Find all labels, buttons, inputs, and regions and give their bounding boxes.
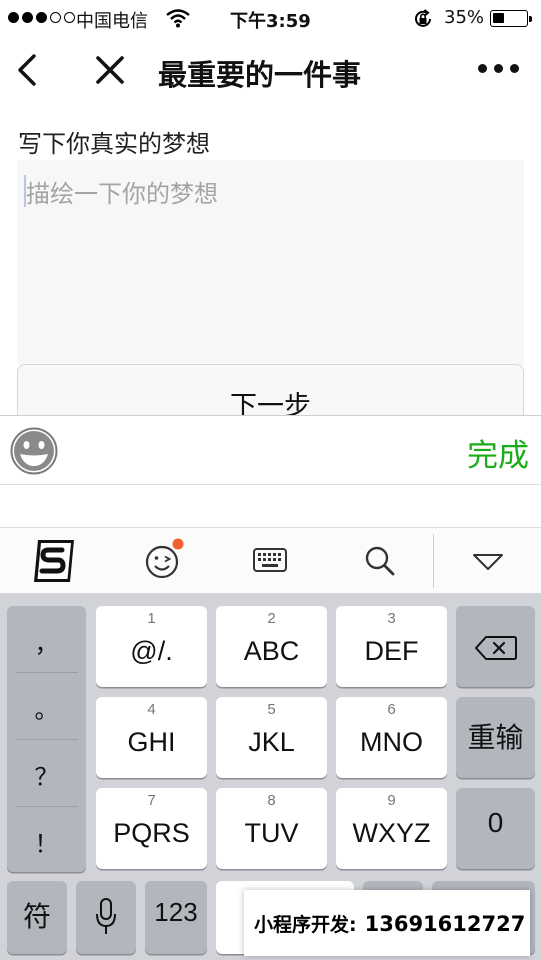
ime-divider: [433, 534, 434, 588]
key-8[interactable]: 8 TUV: [216, 788, 327, 869]
rotation-lock-icon: [412, 8, 434, 35]
candidate-strip: [0, 485, 541, 528]
key-7[interactable]: 7 PQRS: [96, 788, 207, 869]
keyboard-icon[interactable]: [252, 538, 288, 586]
search-icon[interactable]: [362, 538, 398, 586]
wifi-icon: [166, 8, 190, 33]
dream-textarea[interactable]: [17, 160, 524, 365]
key-4[interactable]: 4 GHI: [96, 697, 207, 778]
input-toolbar: 完成: [0, 415, 541, 485]
key-9[interactable]: 9 WXYZ: [336, 788, 447, 869]
collapse-keyboard-icon[interactable]: [470, 538, 506, 586]
emoticon-icon[interactable]: [144, 538, 184, 586]
sogou-logo-icon[interactable]: [30, 538, 78, 588]
punctuation-column: ， 。 ？ ！: [7, 606, 86, 872]
done-button[interactable]: 完成: [467, 430, 529, 475]
symbol-key[interactable]: 符: [7, 881, 67, 954]
watermark-label: 小程序开发:: [254, 914, 357, 936]
key-2[interactable]: 2 ABC: [216, 606, 327, 687]
microphone-icon: [96, 898, 116, 934]
close-icon[interactable]: [94, 54, 126, 90]
zero-key[interactable]: 0: [456, 788, 535, 869]
battery-icon: [490, 10, 532, 27]
punct-key-period[interactable]: 。: [7, 672, 86, 738]
backspace-key[interactable]: [456, 606, 535, 687]
retype-key[interactable]: 重输: [456, 697, 535, 778]
key-6[interactable]: 6 MNO: [336, 697, 447, 778]
nav-bar: 最重要的一件事: [0, 36, 541, 106]
punct-key-exclaim[interactable]: ！: [7, 806, 86, 872]
battery-percent: 35%: [444, 7, 485, 28]
signal-strength-icon: [8, 12, 75, 23]
backspace-icon: [475, 636, 517, 660]
status-time: 下午3:59: [230, 11, 311, 32]
more-icon[interactable]: [478, 64, 519, 73]
carrier-name: 中国电信: [76, 11, 148, 32]
page-title: 最重要的一件事: [158, 58, 362, 92]
dream-label: 写下你真实的梦想: [18, 130, 210, 158]
key-3[interactable]: 3 DEF: [336, 606, 447, 687]
developer-watermark: 小程序开发: 13691612727: [244, 890, 530, 956]
ime-toolbar: [0, 528, 541, 594]
voice-key[interactable]: [76, 881, 136, 954]
back-icon[interactable]: [14, 52, 40, 92]
punct-key-question[interactable]: ？: [7, 739, 86, 805]
key-5[interactable]: 5 JKL: [216, 697, 327, 778]
emoji-icon[interactable]: [10, 427, 58, 479]
text-caret: [24, 175, 26, 207]
key-1[interactable]: 1 @/.: [96, 606, 207, 687]
status-bar: 中国电信 下午3:59 35%: [0, 0, 541, 36]
watermark-phone: 13691612727: [364, 912, 526, 936]
punct-key-comma[interactable]: ，: [7, 606, 86, 672]
numeric-key[interactable]: 123: [145, 881, 207, 954]
